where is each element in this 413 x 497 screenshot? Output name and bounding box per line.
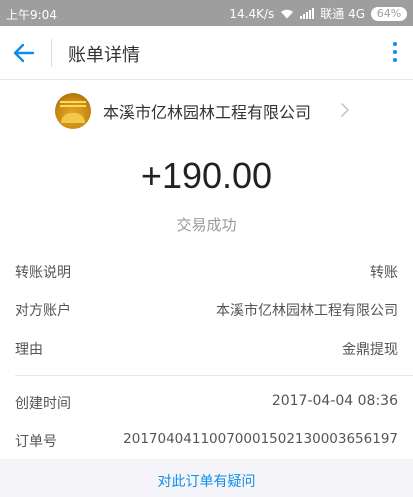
status-indicators: 14.4K/s 联通 4G 64% — [229, 5, 407, 22]
detail-row-reason: 理由 金鼎提现 — [0, 333, 413, 363]
carrier-label: 联通 4G — [320, 7, 365, 21]
network-speed: 14.4K/s — [229, 6, 275, 21]
order-question-bar[interactable]: 对此订单有疑问 — [0, 459, 413, 497]
more-options-icon[interactable] — [391, 42, 399, 66]
nav-divider — [51, 39, 52, 67]
page-title: 账单详情 — [68, 45, 140, 66]
detail-row-transfer-note: 转账说明 转账 — [0, 256, 413, 286]
merchant-row[interactable]: 本溪市亿林园林工程有限公司 — [0, 90, 413, 130]
detail-row-counterparty: 对方账户 本溪市亿林园林工程有限公司 — [0, 294, 413, 324]
battery-icon: 64% — [371, 6, 407, 21]
detail-label: 转账说明 — [15, 265, 71, 281]
order-question-link[interactable]: 对此订单有疑问 — [158, 471, 256, 491]
detail-label: 对方账户 — [15, 303, 71, 319]
section-divider — [15, 375, 413, 376]
chevron-right-icon — [341, 103, 349, 117]
merchant-name: 本溪市亿林园林工程有限公司 — [103, 103, 312, 122]
detail-label: 理由 — [15, 342, 43, 358]
signal-icon — [300, 8, 315, 19]
detail-value: 2017-04-04 08:36 — [271, 393, 398, 409]
detail-label: 创建时间 — [15, 396, 71, 412]
detail-row-order-number: 订单号 20170404110070001502130003656197 — [0, 425, 413, 455]
detail-value: 本溪市亿林园林工程有限公司 — [216, 303, 398, 319]
transaction-amount: +190.00 — [140, 155, 273, 196]
transaction-status: 交易成功 — [176, 216, 237, 234]
status-time: 上午9:04 — [6, 8, 57, 22]
navigation-bar: 账单详情 — [0, 26, 413, 80]
battery-level: 64% — [376, 7, 402, 20]
detail-value: 转账 — [370, 265, 398, 281]
wifi-icon — [281, 9, 294, 18]
detail-value: 金鼎提现 — [342, 342, 398, 358]
detail-row-created-time: 创建时间 2017-04-04 08:36 — [0, 387, 413, 417]
back-arrow-icon[interactable] — [12, 41, 36, 65]
detail-label: 订单号 — [15, 434, 57, 450]
status-bar: 上午9:04 14.4K/s 联通 4G 64% — [0, 0, 413, 26]
detail-value: 20170404110070001502130003656197 — [123, 431, 398, 447]
merchant-logo — [55, 93, 91, 129]
